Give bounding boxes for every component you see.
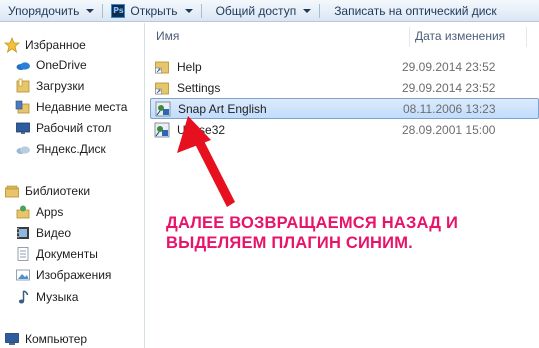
navigation-pane: Избранное OneDrive Загрузки Недавние мес… bbox=[0, 23, 145, 348]
desktop-icon bbox=[15, 120, 31, 136]
nav-pictures-label: Изображения bbox=[36, 268, 112, 282]
list-item[interactable]: Help 29.09.2014 23:52 bbox=[150, 57, 539, 77]
column-header-row: Имя Дата изменения bbox=[146, 23, 539, 49]
command-bar: Упорядочить Ps Открыть Общий доступ Запи… bbox=[0, 0, 539, 22]
file-date: 28.09.2001 15:00 bbox=[402, 123, 496, 137]
nav-music-label: Музыка bbox=[36, 290, 79, 304]
star-icon bbox=[4, 37, 20, 53]
plugin-icon bbox=[154, 122, 170, 138]
organize-label: Упорядочить bbox=[8, 3, 80, 18]
chevron-down-icon bbox=[184, 8, 193, 13]
libraries-icon bbox=[4, 183, 20, 199]
file-name: Help bbox=[177, 60, 202, 74]
apps-icon bbox=[15, 204, 31, 220]
nav-desktop-label: Рабочий стол bbox=[36, 121, 112, 135]
video-icon bbox=[15, 225, 31, 241]
recent-places-icon bbox=[15, 99, 31, 115]
file-date: 29.09.2014 23:52 bbox=[402, 81, 496, 95]
nav-apps[interactable]: Apps bbox=[15, 202, 63, 222]
file-name: Settings bbox=[177, 81, 221, 95]
yandex-disk-icon bbox=[15, 141, 31, 157]
burn-disc-button[interactable]: Записать на оптический диск bbox=[322, 0, 503, 22]
documents-icon bbox=[15, 246, 31, 262]
file-date: 08.11.2006 13:23 bbox=[403, 101, 496, 116]
column-header-date-label: Дата изменения bbox=[415, 29, 506, 43]
downloads-folder-icon bbox=[15, 78, 31, 94]
nav-pictures[interactable]: Изображения bbox=[15, 265, 111, 285]
nav-video[interactable]: Видео bbox=[15, 223, 71, 243]
nav-yandex-disk-label: Яндекс.Диск bbox=[36, 142, 106, 156]
open-button[interactable]: Ps Открыть bbox=[105, 0, 198, 22]
nav-computer[interactable]: Компьютер bbox=[4, 329, 87, 348]
nav-downloads[interactable]: Загрузки bbox=[15, 76, 84, 96]
toolbar-divider bbox=[102, 3, 104, 18]
nav-recent-places[interactable]: Недавние места bbox=[15, 97, 127, 117]
nav-music[interactable]: Музыка bbox=[15, 287, 78, 307]
organize-button[interactable]: Упорядочить bbox=[0, 0, 100, 22]
nav-onedrive-label: OneDrive bbox=[36, 58, 87, 72]
onedrive-icon bbox=[15, 57, 31, 73]
burn-disc-label: Записать на оптический диск bbox=[334, 3, 497, 18]
nav-favorites-label: Избранное bbox=[25, 38, 86, 52]
list-item-selected[interactable]: Snap Art English 08.11.2006 13:23 bbox=[150, 98, 539, 119]
file-date: 29.09.2014 23:52 bbox=[402, 60, 496, 74]
annotation-line-2: ВЫДЕЛЯЕМ ПЛАГИН СИНИМ. bbox=[166, 234, 413, 252]
column-header-name[interactable]: Имя bbox=[156, 23, 406, 49]
nav-libraries[interactable]: Библиотеки bbox=[4, 181, 90, 201]
open-label: Открыть bbox=[130, 3, 178, 18]
toolbar-divider bbox=[200, 3, 202, 18]
shortcut-folder-icon bbox=[154, 59, 170, 75]
file-name: Unuse32 bbox=[177, 123, 226, 137]
nav-computer-label: Компьютер bbox=[25, 332, 88, 346]
nav-documents[interactable]: Документы bbox=[15, 244, 98, 264]
column-header-name-label: Имя bbox=[156, 29, 180, 43]
pictures-icon bbox=[15, 267, 31, 283]
share-label: Общий доступ bbox=[215, 3, 297, 18]
nav-video-label: Видео bbox=[36, 226, 72, 240]
nav-documents-label: Документы bbox=[36, 247, 98, 261]
nav-downloads-label: Загрузки bbox=[36, 79, 85, 93]
plugin-icon bbox=[155, 101, 171, 117]
computer-icon bbox=[4, 331, 20, 347]
toolbar-divider bbox=[319, 3, 321, 18]
column-header-date[interactable]: Дата изменения bbox=[415, 23, 530, 49]
instruction-annotation: ДАЛЕЕ ВОЗВРАЩАЕМСЯ НАЗАД И ВЫДЕЛЯЕМ ПЛАГ… bbox=[166, 213, 458, 253]
nav-desktop[interactable]: Рабочий стол bbox=[15, 118, 111, 138]
annotation-line-1: ДАЛЕЕ ВОЗВРАЩАЕМСЯ НАЗАД И bbox=[166, 214, 459, 232]
nav-libraries-label: Библиотеки bbox=[25, 184, 91, 198]
nav-apps-label: Apps bbox=[36, 205, 64, 219]
chevron-down-icon bbox=[303, 8, 312, 13]
nav-favorites[interactable]: Избранное bbox=[4, 35, 86, 55]
list-item[interactable]: Unuse32 28.09.2001 15:00 bbox=[150, 120, 539, 140]
list-item[interactable]: Settings 29.09.2014 23:52 bbox=[150, 78, 539, 98]
column-divider[interactable] bbox=[526, 27, 527, 47]
share-button[interactable]: Общий доступ bbox=[204, 0, 318, 22]
nav-yandex-disk[interactable]: Яндекс.Диск bbox=[15, 139, 106, 159]
music-icon bbox=[15, 289, 31, 305]
shortcut-folder-icon bbox=[154, 80, 170, 96]
arrow-shaft bbox=[195, 139, 235, 207]
chevron-down-icon bbox=[86, 8, 95, 13]
file-name: Snap Art English bbox=[178, 101, 267, 116]
column-divider[interactable] bbox=[409, 27, 410, 47]
nav-recent-places-label: Недавние места bbox=[36, 100, 128, 114]
nav-onedrive[interactable]: OneDrive bbox=[15, 55, 87, 75]
photoshop-icon: Ps bbox=[111, 3, 126, 18]
